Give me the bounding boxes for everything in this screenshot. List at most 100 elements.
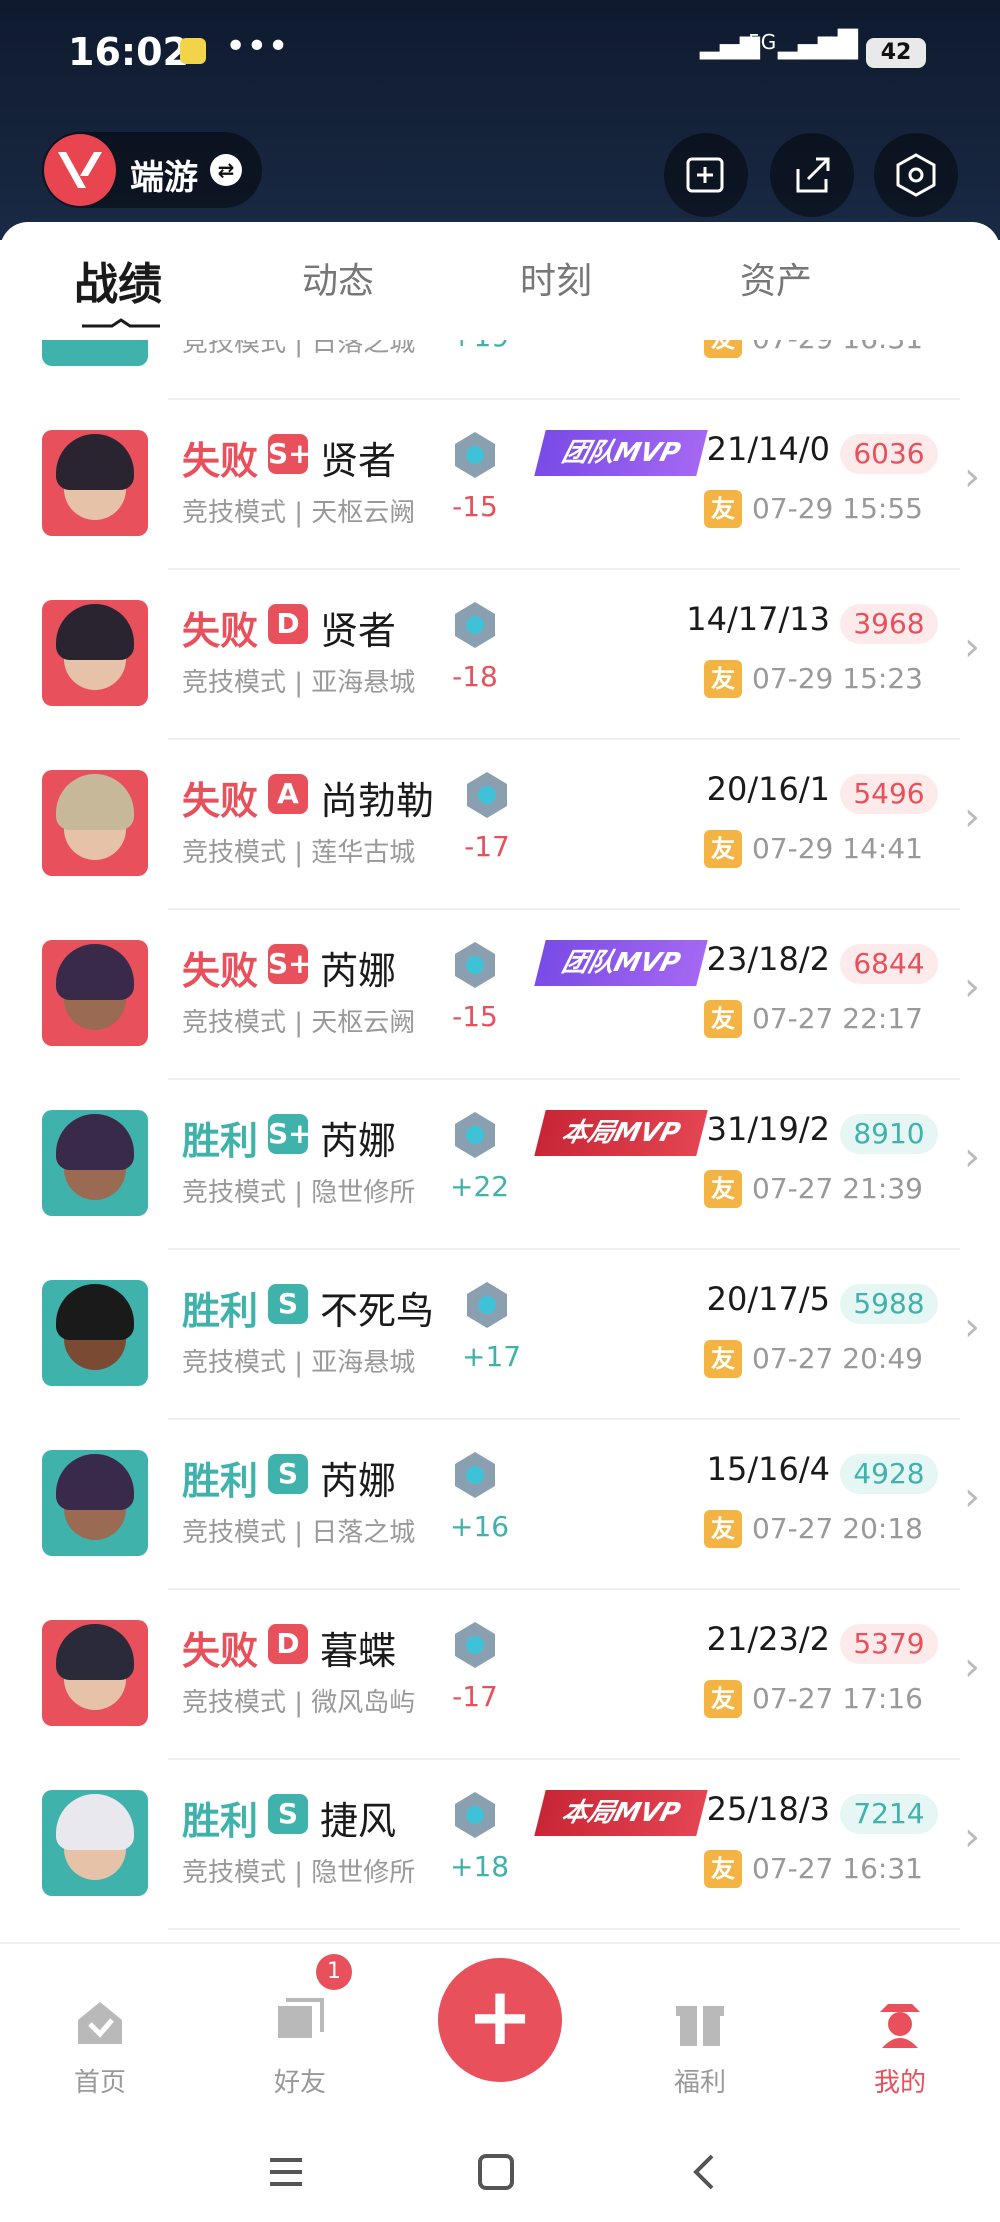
- gift-icon: [676, 2004, 724, 2046]
- match-result: 失败: [182, 609, 259, 653]
- match-date: 07-27 20:18: [752, 1512, 923, 1545]
- match-row[interactable]: 失败 S+ 贤者 竞技模式 | 天枢云阙 -15 团队MVP 21/14/0 6…: [0, 400, 1000, 570]
- match-date: 07-29 15:55: [752, 492, 923, 525]
- settings-button[interactable]: [874, 133, 958, 217]
- match-row[interactable]: 胜利 S 不死鸟 竞技模式 | 亚海悬城 +17 20/17/5 5988 友 …: [0, 1250, 1000, 1420]
- grade-badge: D: [268, 1624, 308, 1664]
- match-row[interactable]: 胜利 S+ 芮娜 竞技模式 | 隐世修所 +22 本局MVP 31/19/2 8…: [0, 1080, 1000, 1250]
- mvp-badge: 团队MVP: [534, 940, 708, 986]
- add-button[interactable]: +: [438, 1958, 562, 2082]
- match-row[interactable]: 失败 D 暮蝶 竞技模式 | 微风岛屿 -17 21/23/2 5379 友 0…: [0, 1590, 1000, 1760]
- kda: 14/17/13: [686, 600, 830, 638]
- rank-delta: -15: [452, 1000, 498, 1033]
- back-icon[interactable]: [686, 2152, 726, 2192]
- hero-name: 贤者: [320, 609, 397, 653]
- match-row[interactable]: 胜利 S 捷风 竞技模式 | 隐世修所 +18 本局MVP 25/18/3 72…: [0, 1760, 1000, 1930]
- hero-avatar: [42, 340, 148, 366]
- tab-dynamics[interactable]: 动态: [302, 252, 374, 304]
- match-mode: 竞技模式 | 天枢云阙: [182, 1008, 416, 1038]
- tab-moments[interactable]: 时刻: [520, 252, 592, 304]
- rank-delta: +17: [462, 1340, 522, 1373]
- game-switcher[interactable]: 端游 ⇄: [42, 132, 262, 208]
- rank-icon: [455, 1452, 495, 1498]
- hero-avatar: [42, 1280, 148, 1386]
- chevron-right-icon: ›: [964, 1644, 980, 1690]
- match-date: 07-27 17:16: [752, 1682, 923, 1715]
- friend-badge: 友: [704, 1680, 742, 1718]
- add-note-icon: [686, 157, 724, 193]
- grade-badge: S+: [268, 1114, 312, 1154]
- more-notifications-icon: •••: [225, 26, 289, 67]
- match-row[interactable]: 失败 A 尚勃勒 竞技模式 | 莲华古城 -17 20/16/1 5496 友 …: [0, 740, 1000, 910]
- mvp-badge: 本局MVP: [534, 1790, 708, 1836]
- kda: 25/18/3: [706, 1790, 830, 1828]
- match-row[interactable]: 失败 D 贤者 竞技模式 | 亚海悬城 -18 14/17/13 3968 友 …: [0, 570, 1000, 740]
- nav-profile[interactable]: 我的: [840, 1994, 960, 2099]
- kda: 21/23/2: [706, 1620, 830, 1658]
- rank-delta: +16: [450, 1510, 510, 1543]
- tab-record[interactable]: 战绩: [74, 248, 162, 312]
- game-name: 端游: [130, 158, 198, 198]
- nav-home-label: 首页: [73, 2068, 126, 2098]
- chevron-right-icon: ›: [964, 454, 980, 500]
- hero-avatar: [42, 770, 148, 876]
- nav-benefits-label: 福利: [673, 2068, 726, 2098]
- match-row[interactable]: 胜利 S 芮娜 竞技模式 | 日落之城 +16 15/16/4 4928 友 0…: [0, 1420, 1000, 1590]
- swap-icon: ⇄: [210, 154, 242, 186]
- share-button[interactable]: [770, 133, 854, 217]
- hero-name: 捷风: [320, 1799, 397, 1843]
- score-pill: 8910: [840, 1114, 938, 1154]
- match-mode: 竞技模式 | 亚海悬城: [182, 668, 416, 698]
- hero-name: 尚勃勒: [320, 779, 435, 823]
- home-square-icon[interactable]: [476, 2152, 516, 2192]
- rank-icon: [467, 1282, 507, 1328]
- friend-badge: 友: [704, 1340, 742, 1378]
- rank-icon: [455, 1792, 495, 1838]
- match-date: 07-27 22:17: [752, 1002, 923, 1035]
- rank-delta: +18: [450, 1850, 510, 1883]
- match-row[interactable]: 失败 S+ 芮娜 竞技模式 | 天枢云阙 -15 团队MVP 23/18/2 6…: [0, 910, 1000, 1080]
- rank-icon: [455, 1622, 495, 1668]
- match-list[interactable]: 竞技模式 | 日落之城 +19 友 07-29 16:31 失败 S+ 贤者 竞…: [0, 340, 1000, 1940]
- share-icon: [796, 157, 830, 193]
- nav-benefits[interactable]: 福利: [640, 1994, 760, 2099]
- nav-friends-label: 好友: [273, 2068, 326, 2098]
- match-mode: 竞技模式 | 莲华古城: [182, 838, 416, 868]
- kda: 31/19/2: [706, 1110, 830, 1148]
- rank-icon: [455, 1112, 495, 1158]
- match-result: 胜利: [182, 1119, 259, 1163]
- friend-badge: 友: [704, 340, 742, 358]
- menu-icon[interactable]: [266, 2152, 306, 2192]
- settings-icon: [896, 153, 936, 197]
- rank-delta: +22: [450, 1170, 510, 1203]
- match-mode: 竞技模式 | 日落之城: [182, 1518, 416, 1548]
- nav-friends[interactable]: 好友: [240, 1994, 360, 2099]
- match-result: 失败: [182, 439, 259, 483]
- system-navigation: [0, 2122, 1000, 2222]
- wifi-icon: ◔: [820, 30, 843, 60]
- score-pill: 3968: [840, 604, 938, 644]
- signal-strength-icon: ▂▄▆█: [778, 30, 858, 60]
- score-pill: 5988: [840, 1284, 938, 1324]
- add-note-button[interactable]: [664, 133, 748, 217]
- friends-icon: [278, 1998, 324, 2038]
- match-row-partial[interactable]: 竞技模式 | 日落之城 +19 友 07-29 16:31: [0, 340, 1000, 400]
- kda: 23/18/2: [706, 940, 830, 978]
- chevron-right-icon: ›: [964, 964, 980, 1010]
- hero-name: 不死鸟: [320, 1289, 435, 1333]
- nav-profile-label: 我的: [873, 2068, 926, 2098]
- match-result: 失败: [182, 1629, 259, 1673]
- mvp-badge: 本局MVP: [534, 1110, 708, 1156]
- score-pill: 5379: [840, 1624, 938, 1664]
- tab-assets[interactable]: 资产: [740, 252, 812, 304]
- match-mode: 竞技模式 | 天枢云阙: [182, 498, 416, 528]
- rank-delta: -17: [452, 1680, 498, 1713]
- hero-name: 芮娜: [320, 1459, 397, 1503]
- friend-badge: 友: [704, 1000, 742, 1038]
- match-date: 07-29 16:31: [752, 340, 923, 355]
- match-result: 胜利: [182, 1289, 259, 1333]
- hero-name: 芮娜: [320, 1119, 397, 1163]
- match-date: 07-29 14:41: [752, 832, 923, 865]
- grade-badge: S+: [268, 434, 312, 474]
- nav-home[interactable]: 首页: [40, 1994, 160, 2099]
